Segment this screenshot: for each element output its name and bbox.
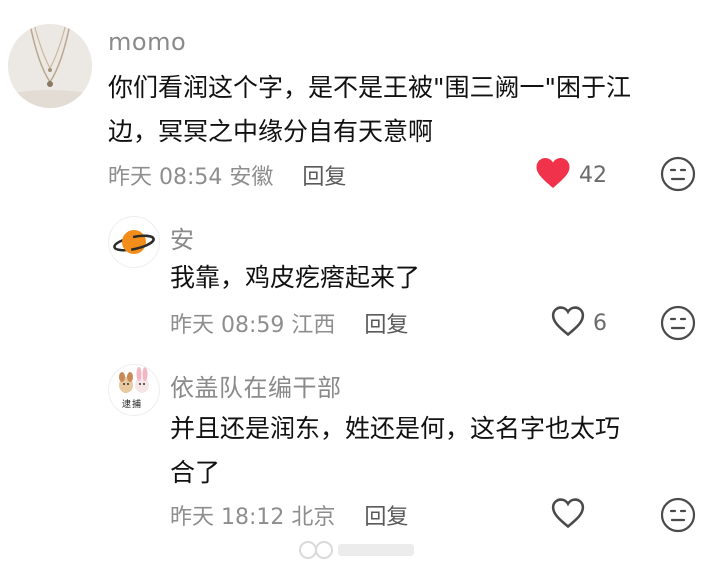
reply-text: 并且还是润东，姓还是何，这名字也太巧 合了 [170, 407, 700, 495]
comment-meta: 昨天 08:54 安徽 回复 [108, 159, 346, 191]
reply-button[interactable]: 回复 [364, 313, 408, 338]
like-count: 6 [593, 310, 607, 336]
dislike-button[interactable] [660, 156, 696, 196]
dislike-button[interactable] [660, 497, 696, 537]
watermark [298, 538, 418, 562]
reply-location: 江西 [291, 313, 336, 338]
comment-text-line: 边，冥冥之中缘分自有天意啊 [108, 117, 434, 146]
heart-filled-icon [535, 156, 571, 194]
avatar[interactable] [108, 216, 160, 268]
like-count: 42 [579, 162, 607, 188]
reply-button[interactable]: 回复 [302, 165, 346, 190]
comment-text-line: 你们看润这个字，是不是王被"围三阙一"困于江 [108, 73, 631, 102]
reply-text-line: 合了 [170, 458, 221, 487]
comment-username[interactable]: momo [108, 28, 186, 56]
dislike-face-icon [660, 156, 696, 196]
dislike-button[interactable] [660, 305, 696, 345]
comment-text: 你们看润这个字，是不是王被"围三阙一"困于江 边，冥冥之中缘分自有天意啊 [108, 66, 708, 154]
like-button[interactable]: 6 [551, 305, 607, 341]
dislike-face-icon [660, 497, 696, 537]
reply-location: 北京 [291, 505, 336, 530]
avatar-caption: 逮捕 [122, 400, 143, 410]
avatar[interactable]: 逮捕 [108, 364, 160, 416]
avatar[interactable] [8, 24, 92, 108]
reply-meta: 昨天 08:59 江西 回复 [170, 307, 408, 339]
reply-text: 我靠，鸡皮疙瘩起来了 [170, 256, 690, 300]
comment-location: 安徽 [229, 165, 274, 190]
reply-username[interactable]: 依盖队在编干部 [170, 368, 342, 403]
heart-outline-icon [551, 305, 585, 341]
like-button[interactable]: 42 [535, 156, 607, 194]
heart-outline-icon [551, 497, 585, 533]
reply-username[interactable]: 安 [170, 220, 195, 255]
comment-date: 昨天 08:54 [108, 165, 223, 190]
reply-text-line: 我靠，鸡皮疙瘩起来了 [170, 263, 421, 292]
reply-meta: 昨天 18:12 北京 回复 [170, 499, 408, 531]
reply-date: 昨天 08:59 [170, 313, 285, 338]
reply-button[interactable]: 回复 [364, 505, 408, 530]
reply-date: 昨天 18:12 [170, 505, 285, 530]
dislike-face-icon [660, 305, 696, 345]
planet-icon [109, 230, 159, 267]
like-button[interactable] [551, 497, 585, 533]
reply-text-line: 并且还是润东，姓还是何，这名字也太巧 [170, 414, 621, 443]
